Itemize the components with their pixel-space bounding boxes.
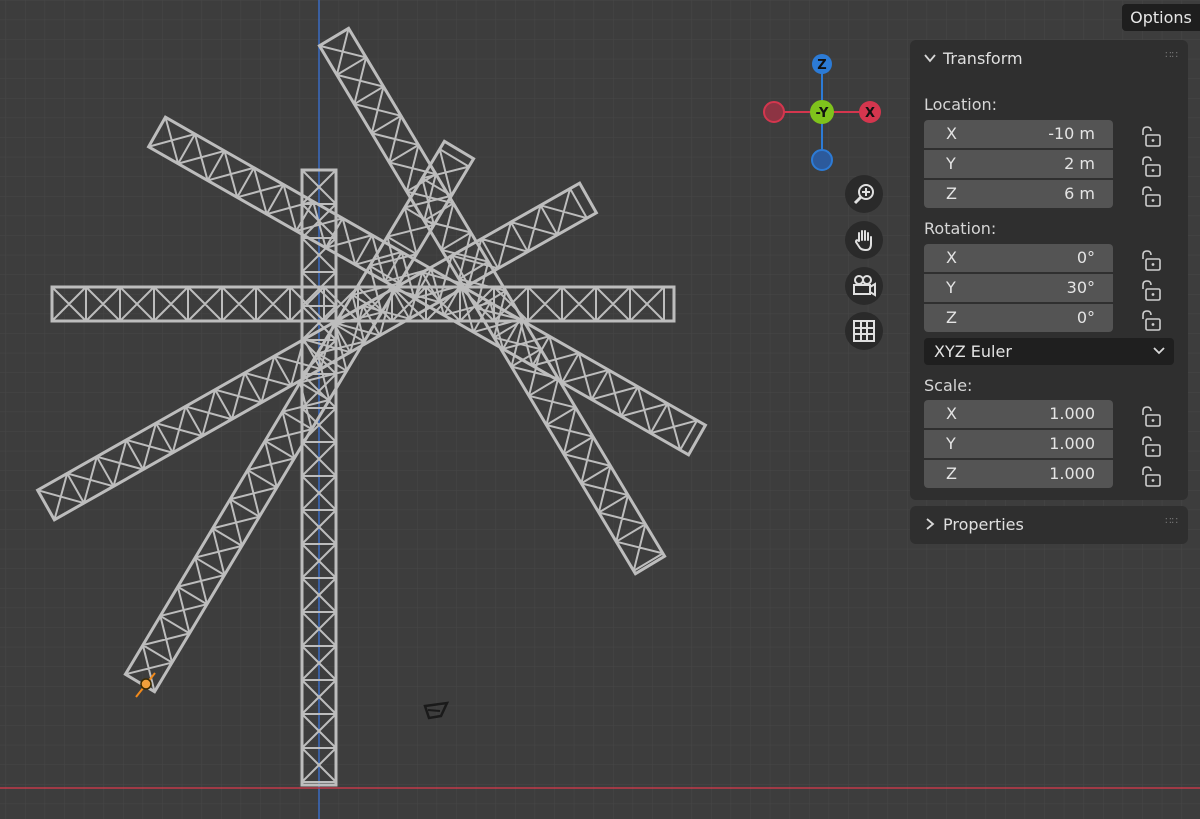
field-value: 1.000 (1049, 404, 1095, 423)
scale-label: Scale: (924, 376, 973, 395)
drag-grip-icon[interactable]: ∷∷ (1165, 516, 1178, 527)
camera-view-button[interactable] (845, 267, 883, 305)
rotation-label: Rotation: (924, 219, 997, 238)
gizmo-neg-z[interactable] (811, 149, 833, 171)
rotation-mode-value: XYZ Euler (934, 342, 1012, 361)
rotation-y-field[interactable]: Y 30° (924, 274, 1113, 302)
options-button[interactable]: Options (1122, 4, 1200, 31)
drag-grip-icon[interactable]: ∷∷ (1165, 50, 1178, 61)
lock-icon[interactable] (1138, 406, 1162, 428)
chevron-down-icon (1153, 347, 1165, 355)
field-value: 30° (1066, 278, 1095, 297)
navigation-gizmo[interactable]: Z X -Y (758, 50, 888, 175)
properties-panel-title: Properties (943, 515, 1024, 534)
lock-icon[interactable] (1138, 186, 1162, 208)
scale-x-field[interactable]: X 1.000 (924, 400, 1113, 428)
properties-panel-header[interactable]: Properties ∷∷ (910, 506, 1188, 544)
field-axis-label: X (946, 404, 957, 423)
lock-icon[interactable] (1138, 310, 1162, 332)
field-axis-label: Z (946, 308, 957, 327)
transform-panel-title: Transform (943, 49, 1023, 68)
field-axis-label: Y (946, 154, 956, 173)
lock-icon[interactable] (1138, 250, 1162, 272)
location-z-field[interactable]: Z 6 m (924, 180, 1113, 208)
lock-icon[interactable] (1138, 466, 1162, 488)
location-label: Location: (924, 95, 998, 114)
field-axis-label: Z (946, 464, 957, 483)
field-value: 0° (1076, 248, 1095, 267)
lock-icon[interactable] (1138, 280, 1162, 302)
rotation-z-field[interactable]: Z 0° (924, 304, 1113, 332)
zoom-button[interactable] (845, 175, 883, 213)
lock-icon[interactable] (1138, 156, 1162, 178)
field-axis-label: Z (946, 184, 957, 203)
pan-button[interactable] (845, 221, 883, 259)
rotation-mode-dropdown[interactable]: XYZ Euler (924, 338, 1174, 365)
camera-icon (853, 275, 876, 297)
location-y-field[interactable]: Y 2 m (924, 150, 1113, 178)
location-x-field[interactable]: X -10 m (924, 120, 1113, 148)
chevron-down-icon (924, 54, 936, 63)
field-value: 6 m (1064, 184, 1095, 203)
gizmo-x-label: X (865, 106, 875, 121)
lock-icon[interactable] (1138, 436, 1162, 458)
field-axis-label: Y (946, 278, 956, 297)
zoom-icon (853, 184, 874, 205)
rotation-x-field[interactable]: X 0° (924, 244, 1113, 272)
chevron-right-icon (926, 518, 935, 530)
field-value: 1.000 (1049, 434, 1095, 453)
field-value: 0° (1076, 308, 1095, 327)
scale-y-field[interactable]: Y 1.000 (924, 430, 1113, 458)
transform-panel-header[interactable]: Transform ∷∷ (910, 40, 1188, 78)
lock-icon[interactable] (1138, 126, 1162, 148)
gizmo-neg-y-label: -Y (816, 106, 829, 121)
grid-ortho-icon (853, 320, 875, 342)
field-value: -10 m (1048, 124, 1095, 143)
properties-panel: Properties ∷∷ (910, 506, 1188, 544)
gizmo-neg-x[interactable] (763, 101, 785, 123)
field-axis-label: Y (946, 434, 956, 453)
transform-panel: Transform ∷∷ Location: X -10 m Y 2 m Z 6… (910, 40, 1188, 500)
gizmo-z-label: Z (817, 58, 826, 73)
field-value: 1.000 (1049, 464, 1095, 483)
hand-pan-icon (854, 230, 872, 252)
scale-z-field[interactable]: Z 1.000 (924, 460, 1113, 488)
field-value: 2 m (1064, 154, 1095, 173)
field-axis-label: X (946, 248, 957, 267)
field-axis-label: X (946, 124, 957, 143)
ortho-toggle-button[interactable] (845, 312, 883, 350)
